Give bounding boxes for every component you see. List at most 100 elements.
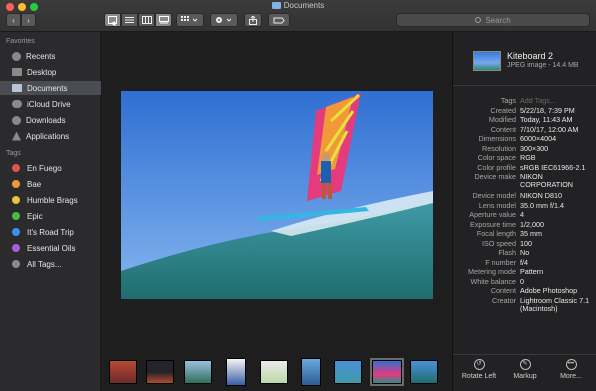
preview-inspector: Kiteboard 2 JPEG image - 14.4 MB Tags Add… [452,32,596,391]
markup-button[interactable]: ✎ Markup [501,359,549,380]
desktop-icon [12,68,22,76]
gallery-pane [102,32,452,391]
forward-button[interactable]: › [21,13,36,27]
grid-options-icon [181,16,198,22]
toolbar: Documents ‹ › Search [0,0,596,32]
more-icon: ••• [565,359,577,370]
column-view-icon [141,16,152,24]
file-kind: JPEG image - 14.4 MB [507,62,579,69]
share-button[interactable] [244,13,262,27]
metadata-key: Device model [472,191,516,200]
sidebar-all-tags[interactable]: All Tags... [0,257,101,271]
cloud-icon [12,100,22,108]
edit-tags-button[interactable] [268,13,290,27]
sidebar-tag-essential-oils[interactable]: Essential Oils [0,241,101,255]
sidebar-item-documents[interactable]: Documents [0,81,101,95]
thumbnail[interactable] [226,358,246,386]
sidebar-item-applications[interactable]: Applications [0,129,101,143]
tags-heading: Tags [6,150,21,157]
sidebar: Favorites Recents Desktop Documents iClo… [0,32,101,391]
sidebar-tag-bae[interactable]: Bae [0,177,101,191]
metadata-key: Dimensions [478,134,516,143]
tag-icon [273,17,285,23]
purple-tag-icon [12,244,20,252]
metadata-value: f/4 [520,257,528,267]
thumbnail[interactable] [410,360,438,384]
metadata-key: Color profile [477,162,516,172]
chevron-left-icon: ‹ [12,15,15,25]
add-tags-field[interactable]: Add Tags... [520,97,596,105]
windsurfer-photo [121,91,433,299]
metadata-key: Flash [498,248,516,257]
metadata-key: Metering mode [468,267,516,276]
rotate-left-button[interactable]: ↺ Rotate Left [455,359,503,380]
metadata-key: Focal length [476,229,516,238]
metadata-key: Lens model [478,200,516,210]
metadata-value: RGB [520,153,536,162]
markup-icon: ✎ [519,359,531,370]
favorites-heading: Favorites [6,38,35,45]
sidebar-item-recents[interactable]: Recents [0,49,101,63]
metadata-value: 1/2,000 [520,219,544,229]
yellow-tag-icon [12,196,20,204]
gear-icon [216,17,232,23]
metadata-value: 35.0 mm f/1.4 [520,200,564,210]
thumbnail[interactable] [109,360,137,384]
back-button[interactable]: ‹ [6,13,21,27]
metadata-key: ISO speed [482,238,516,248]
file-name: Kiteboard 2 [507,51,554,61]
column-view-button[interactable] [138,13,155,27]
metadata-value: 7/10/17, 12:00 AM [520,124,579,134]
metadata-key: Creator [492,295,516,305]
preview-image[interactable] [121,91,433,299]
metadata-value: 6000×4004 [520,134,557,143]
metadata-key: Color space [477,153,516,162]
list-view-icon [125,17,134,23]
sidebar-item-desktop[interactable]: Desktop [0,65,101,79]
metadata-key: Resolution [482,143,516,153]
metadata-value: 5/22/18, 7:39 PM [520,105,575,115]
metadata-value: Lightroom Classic 7.1 (Macintosh) [520,295,590,313]
metadata-value: Adobe Photoshop [520,286,578,295]
metadata-value: sRGB IEC61966-2.1 [520,162,586,172]
metadata-key: Device make [474,172,516,181]
sidebar-item-downloads[interactable]: Downloads [0,113,101,127]
file-thumbnail [473,51,501,71]
sidebar-tag-humble-brags[interactable]: Humble Brags [0,193,101,207]
folder-icon [12,84,22,92]
metadata-value: Pattern [520,267,544,276]
sidebar-item-icloud-drive[interactable]: iCloud Drive [0,97,101,111]
metadata-key: Exposure time [470,219,516,229]
divider [453,85,596,86]
metadata-key: Modified [488,115,516,124]
group-by-button[interactable] [176,13,204,27]
all-tags-icon [12,260,20,268]
rotate-left-icon: ↺ [473,359,485,370]
thumbnail[interactable] [184,360,212,384]
more-button[interactable]: ••• More... [547,359,595,380]
metadata-value: NIKON CORPORATION [520,172,573,189]
thumbnail-selected[interactable] [370,358,404,386]
sidebar-tag-en-fuego[interactable]: En Fuego [0,161,101,175]
action-menu-button[interactable] [210,13,238,27]
metadata-value: 4 [520,210,524,219]
sidebar-tag-epic[interactable]: Epic [0,209,101,223]
search-field[interactable]: Search [396,13,590,27]
orange-tag-icon [12,180,20,188]
window-title: Documents [0,1,596,10]
metadata-value: 100 [520,238,532,248]
list-view-button[interactable] [121,13,138,27]
thumbnail[interactable] [301,358,321,386]
thumbnail[interactable] [334,360,362,384]
thumbnail[interactable] [260,360,288,384]
chevron-right-icon: › [27,15,30,25]
applications-icon [12,131,21,141]
thumbnail[interactable] [146,360,174,384]
download-icon [12,115,21,125]
metadata-key: Content [490,286,516,295]
metadata-key: F number [485,257,516,267]
metadata-value: NIKON D810 [520,191,562,200]
folder-icon [271,2,281,9]
sidebar-tag-road-trip[interactable]: It's Road Trip [0,225,101,239]
gallery-view-button[interactable] [155,13,172,27]
